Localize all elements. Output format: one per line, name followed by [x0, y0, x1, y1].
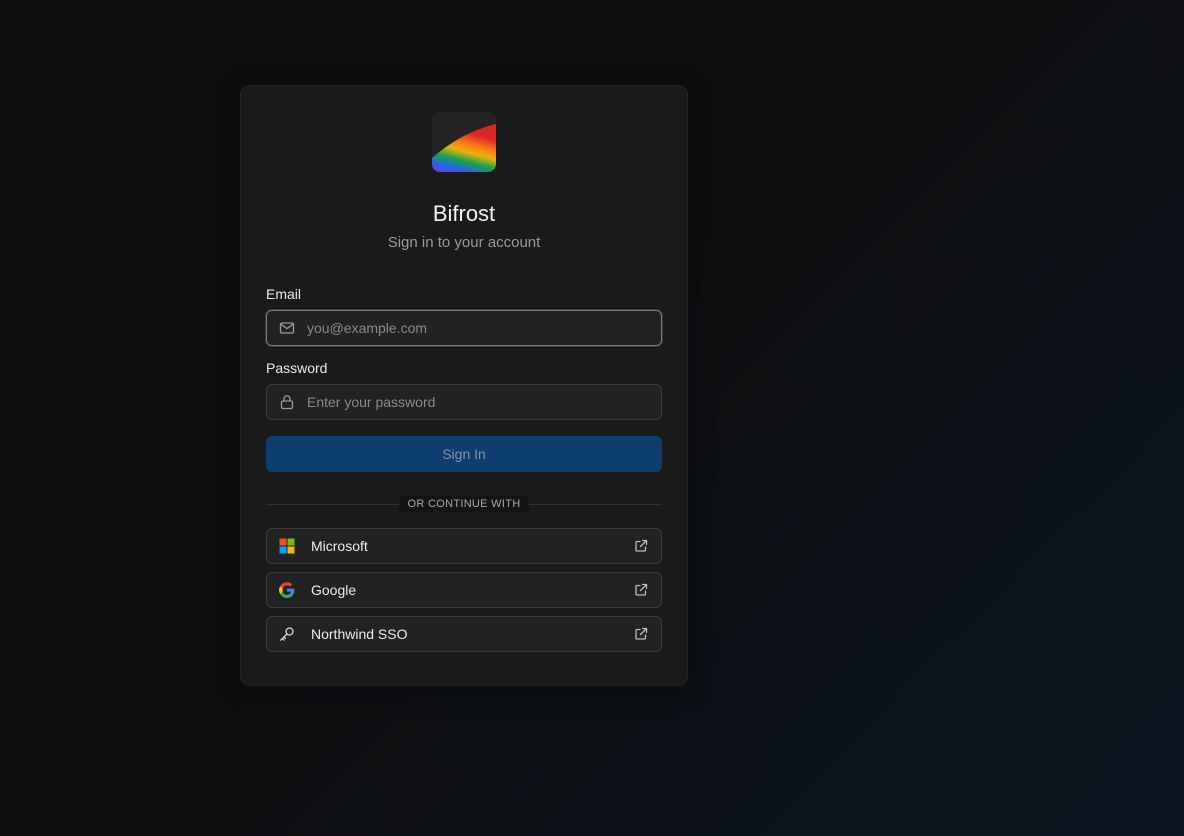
divider: OR CONTINUE WITH [266, 496, 662, 512]
sign-in-button[interactable]: Sign In [266, 436, 662, 472]
sso-label-microsoft: Microsoft [311, 538, 368, 554]
email-field[interactable] [307, 311, 653, 345]
key-icon [280, 627, 294, 641]
sso-label-northwind: Northwind SSO [311, 626, 408, 642]
password-label: Password [266, 360, 328, 376]
google-logo-icon [279, 582, 295, 598]
email-label: Email [266, 286, 302, 302]
app-title: Bifrost [432, 201, 496, 226]
microsoft-logo-icon [279, 538, 295, 554]
password-field-wrapper [266, 384, 662, 420]
sso-button-northwind[interactable]: Northwind SSO [266, 616, 662, 652]
password-field[interactable] [307, 385, 653, 419]
app-logo-icon [432, 112, 496, 172]
lock-icon [280, 395, 294, 410]
divider-text: OR CONTINUE WITH [399, 496, 529, 512]
external-link-icon [635, 627, 648, 640]
sso-label-google: Google [311, 582, 357, 598]
external-link-icon [635, 583, 648, 596]
external-link-icon [635, 539, 648, 552]
sso-provider-list: Microsoft Google Northwind SSO [266, 528, 662, 652]
mail-icon [279, 322, 295, 334]
sso-button-microsoft[interactable]: Microsoft [266, 528, 662, 564]
email-field-wrapper [266, 310, 662, 346]
login-card: Bifrost Sign in to your account Email Pa… [240, 85, 688, 686]
sso-button-google[interactable]: Google [266, 572, 662, 608]
app-subtitle: Sign in to your account [387, 234, 541, 251]
